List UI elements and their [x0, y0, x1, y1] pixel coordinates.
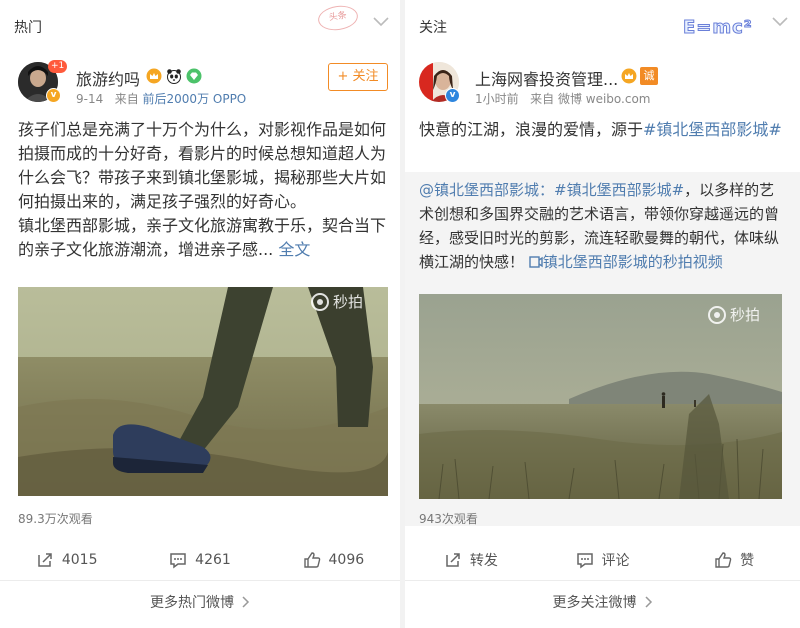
emc-logo: E=mc² [683, 17, 753, 39]
repost-topic-tag-link[interactable]: #镇北堡西部影城# [554, 181, 684, 199]
repost-separator: ： [539, 181, 555, 199]
video-watermark-text: 秒拍 [333, 293, 364, 311]
post-time: 1小时前 [475, 92, 519, 106]
following-feed-panel: 关注 E=mc² v 上海网睿投资管理... 诚 1小时前 来自 微博 weib… [405, 0, 800, 628]
comment-icon [576, 553, 593, 569]
repost-label: 转发 [469, 553, 498, 569]
author-name[interactable]: 上海网睿投资管理... [475, 66, 618, 90]
comment-button[interactable]: 4261 [133, 540, 266, 580]
post-body-2: 镇北堡西部影城，亲子文化旅游寓教于乐，契合当下的亲子文化旅游潮流，增进亲子感..… [18, 216, 387, 259]
more-following-weibo-label: 更多关注微博 [552, 594, 637, 611]
video-watermark: 秒拍 [707, 304, 760, 325]
post-meta: 9-14 来自 前后2000万 OPPO [76, 90, 246, 107]
chevron-right-icon [644, 595, 652, 608]
post-source[interactable]: 微博 weibo.com [558, 92, 651, 106]
hot-section-header: 热门 头条 [0, 0, 400, 50]
original-author-link[interactable]: @镇北堡西部影城 [419, 181, 539, 199]
repost-button[interactable]: 4015 [0, 540, 133, 580]
chevron-down-icon[interactable] [771, 15, 789, 29]
thumbs-up-icon [303, 552, 320, 568]
video-watermark-text: 秒拍 [730, 306, 761, 324]
more-following-weibo-link[interactable]: 更多关注微博 [405, 580, 800, 622]
repost-card: @镇北堡西部影城：#镇北堡西部影城#，以多样的艺术创想和多国界交融的艺术语言，带… [405, 172, 800, 526]
video-link[interactable]: 镇北堡西部影城的秒拍视频 [529, 253, 723, 271]
follow-button[interactable]: + 关注 [328, 63, 388, 91]
video-link-icon [529, 256, 543, 268]
post-text: 快意的江湖，浪漫的爱情，源于#镇北堡西部影城# [419, 118, 787, 142]
verified-badge-icon: v [445, 88, 460, 103]
repost-count: 4015 [61, 552, 98, 568]
avatar-count-badge: +1 [48, 60, 68, 73]
hot-section-title: 热门 [14, 20, 42, 36]
following-section-title: 关注 [419, 20, 447, 36]
action-bar: 转发 评论 赞 [405, 540, 800, 580]
crown-icon [621, 68, 637, 84]
view-count: 943次观看 [419, 512, 478, 526]
topic-tag-link[interactable]: #镇北堡西部影城# [643, 120, 782, 139]
expand-full-text-link[interactable]: 全文 [278, 240, 310, 259]
source-prefix: 来自 [530, 92, 555, 106]
comment-label: 评论 [601, 553, 630, 569]
chevron-right-icon [242, 595, 250, 608]
crown-icon [146, 68, 162, 84]
author-name[interactable]: 旅游约吗 [76, 66, 140, 90]
comment-icon [170, 553, 186, 569]
more-hot-weibo-link[interactable]: 更多热门微博 [0, 580, 400, 622]
like-button[interactable]: 4096 [267, 540, 400, 580]
video-link-label: 镇北堡西部影城的秒拍视频 [542, 253, 723, 271]
comment-count: 4261 [195, 552, 231, 568]
source-prefix: 来自 [114, 92, 139, 106]
repost-icon [38, 553, 52, 567]
post-text: 孩子们总是充满了十万个为什么，对影视作品是如何拍摄而成的十分好奇，看影片的时候总… [18, 118, 386, 262]
thumbs-up-icon [715, 552, 732, 568]
following-section-header: 关注 E=mc² [405, 0, 800, 50]
panda-icon [166, 68, 182, 84]
comment-button[interactable]: 评论 [537, 540, 669, 580]
video-watermark: 秒拍 [310, 291, 363, 312]
post-meta: 1小时前 来自 微博 weibo.com [475, 90, 650, 107]
verified-badge-icon: v [46, 88, 61, 103]
headline-stamp: 头条 [316, 3, 360, 33]
action-bar: 4015 4261 4096 [0, 540, 400, 580]
repost-button[interactable]: 转发 [405, 540, 537, 580]
post-source-link[interactable]: 前后2000万 OPPO [143, 92, 247, 106]
like-label: 赞 [740, 553, 755, 569]
repost-icon [446, 553, 460, 567]
credit-badge-icon: 诚 [640, 67, 658, 85]
chevron-down-icon[interactable] [372, 15, 390, 29]
like-button[interactable]: 赞 [668, 540, 800, 580]
post-body: 快意的江湖，浪漫的爱情，源于 [419, 120, 644, 139]
post-body: 孩子们总是充满了十万个为什么，对影视作品是如何拍摄而成的十分好奇，看影片的时候总… [18, 120, 387, 211]
view-count: 89.3万次观看 [18, 512, 93, 526]
more-hot-weibo-label: 更多热门微博 [150, 594, 234, 611]
like-count: 4096 [328, 552, 365, 568]
video-player[interactable]: 秒拍 [18, 287, 388, 496]
member-diamond-icon [186, 68, 202, 84]
video-player[interactable]: 秒拍 [419, 294, 782, 499]
repost-text: @镇北堡西部影城：#镇北堡西部影城#，以多样的艺术创想和多国界交融的艺术语言，带… [419, 178, 779, 274]
post-date: 9-14 [76, 92, 104, 106]
hot-feed-panel: 热门 头条 +1 v 旅游约吗 9-14 来自 前后2000万 OPPO + 关… [0, 0, 400, 628]
